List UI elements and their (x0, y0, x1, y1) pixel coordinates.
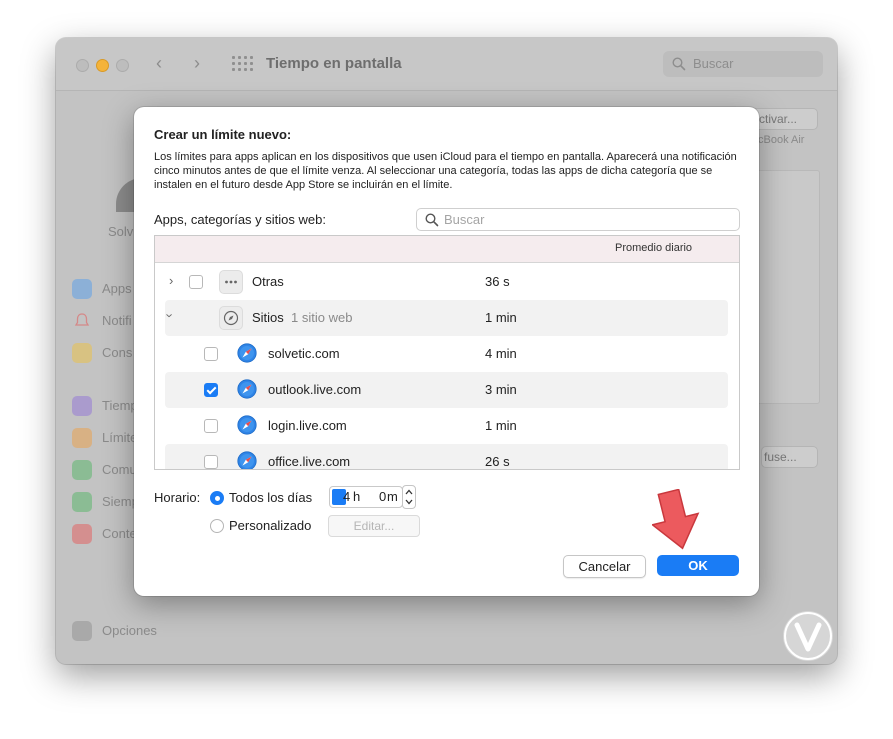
apps-table: Promedio diario › Otras 36 s › Sitios 1 … (154, 235, 740, 470)
table-row[interactable]: › Otras 36 s (165, 264, 728, 300)
every-day-radio[interactable] (210, 491, 224, 505)
search-icon (425, 213, 439, 227)
sidebar-item-label: Comu (102, 462, 137, 477)
sheet-description: Los límites para apps aplican en los dis… (154, 151, 737, 191)
sheet-search-placeholder: Buscar (444, 212, 485, 227)
more-icon (219, 270, 243, 294)
window-search-placeholder: Buscar (693, 56, 734, 71)
compass-icon (219, 306, 243, 330)
back-icon[interactable]: ‹ (156, 53, 162, 74)
row-value: 3 min (485, 382, 517, 397)
row-name: solvetic.com (268, 346, 340, 361)
app-limits-icon (72, 428, 92, 448)
table-row[interactable]: › Sitios 1 sitio web 1 min (163, 300, 728, 336)
always-allowed-icon (72, 492, 92, 512)
window-search-field[interactable]: Buscar (663, 51, 823, 77)
chevron-right-icon[interactable]: › (169, 273, 173, 288)
safari-icon (237, 415, 257, 435)
show-all-grid-icon[interactable] (232, 56, 253, 72)
forward-icon[interactable]: › (194, 53, 200, 74)
row-value: 36 s (485, 274, 510, 289)
row-checkbox[interactable] (204, 383, 218, 397)
hours-unit: h (353, 489, 361, 504)
minutes-value[interactable]: 0 (379, 489, 386, 504)
row-checkbox[interactable] (204, 455, 218, 469)
custom-label: Personalizado (229, 518, 312, 533)
content-privacy-icon (72, 524, 92, 544)
title-bar: ‹ › Tiempo en pantalla Buscar (56, 38, 837, 91)
background-button[interactable]: fuse... (761, 446, 818, 468)
table-row[interactable]: outlook.live.com 3 min (165, 372, 728, 408)
annotation-arrow-icon (652, 489, 700, 550)
window-title: Tiempo en pantalla (266, 55, 402, 72)
every-day-label: Todos los días (229, 490, 313, 505)
daily-average-column-header[interactable]: Promedio diario (615, 242, 692, 254)
sheet-title: Crear un límite nuevo: (154, 127, 292, 142)
notifications-icon (72, 311, 92, 331)
row-checkbox[interactable] (189, 275, 203, 289)
sidebar-item-label: Tiemp (102, 398, 138, 413)
sheet-search-field[interactable]: Buscar (416, 208, 740, 231)
row-name: Sitios (252, 310, 284, 325)
sidebar-item-label: Apps (102, 281, 132, 296)
safari-icon (237, 451, 257, 469)
apps-categories-label: Apps, categorías y sitios web: (154, 212, 326, 227)
hours-value[interactable]: 4 (343, 489, 350, 504)
safari-icon (237, 343, 257, 363)
communication-icon (72, 460, 92, 480)
chevron-down-icon[interactable]: › (163, 313, 178, 317)
solvetic-logo-icon (783, 611, 833, 661)
row-checkbox[interactable] (204, 347, 218, 361)
table-header: Promedio diario (155, 236, 739, 263)
sidebar-item-label: Notifi (102, 313, 132, 328)
time-limit-field[interactable]: 4 h 0 m (329, 486, 403, 508)
cancel-button[interactable]: Cancelar (563, 555, 646, 578)
minutes-unit: m (387, 489, 398, 504)
user-name-label: Solv (108, 224, 134, 239)
row-value: 1 min (485, 310, 517, 325)
row-name: Otras (252, 274, 284, 289)
row-name: outlook.live.com (268, 382, 362, 397)
time-stepper[interactable] (402, 485, 416, 509)
background-panel (756, 170, 820, 404)
options-label: Opciones (102, 623, 157, 638)
row-name: login.live.com (268, 418, 347, 433)
options-icon (72, 621, 92, 641)
downtime-icon (72, 396, 92, 416)
zoom-window-button[interactable] (116, 59, 129, 72)
row-subtitle: 1 sitio web (291, 310, 353, 325)
row-value: 4 min (485, 346, 517, 361)
sidebar-item-label: Límite (102, 430, 138, 445)
app-usage-icon (72, 279, 92, 299)
edit-schedule-button[interactable]: Editar... (328, 515, 420, 537)
safari-icon (237, 379, 257, 399)
close-window-button[interactable] (76, 59, 89, 72)
pickups-icon (72, 343, 92, 363)
row-checkbox[interactable] (204, 419, 218, 433)
table-row[interactable]: login.live.com 1 min (165, 408, 728, 444)
custom-radio[interactable] (210, 519, 224, 533)
row-value: 26 s (485, 454, 510, 469)
search-icon (672, 57, 686, 71)
sidebar-item-label: Conte (102, 526, 137, 541)
table-row[interactable]: solvetic.com 4 min (165, 336, 728, 372)
row-value: 1 min (485, 418, 517, 433)
table-row[interactable]: office.live.com 26 s (165, 444, 728, 469)
sidebar-item-label: Cons (102, 345, 133, 360)
schedule-label: Horario: (154, 490, 201, 505)
minimize-window-button[interactable] (96, 59, 109, 72)
device-label: cBook Air (758, 134, 805, 146)
row-name: office.live.com (268, 454, 351, 469)
stepper-arrows-icon (405, 489, 413, 505)
ok-button[interactable]: OK (657, 555, 739, 576)
